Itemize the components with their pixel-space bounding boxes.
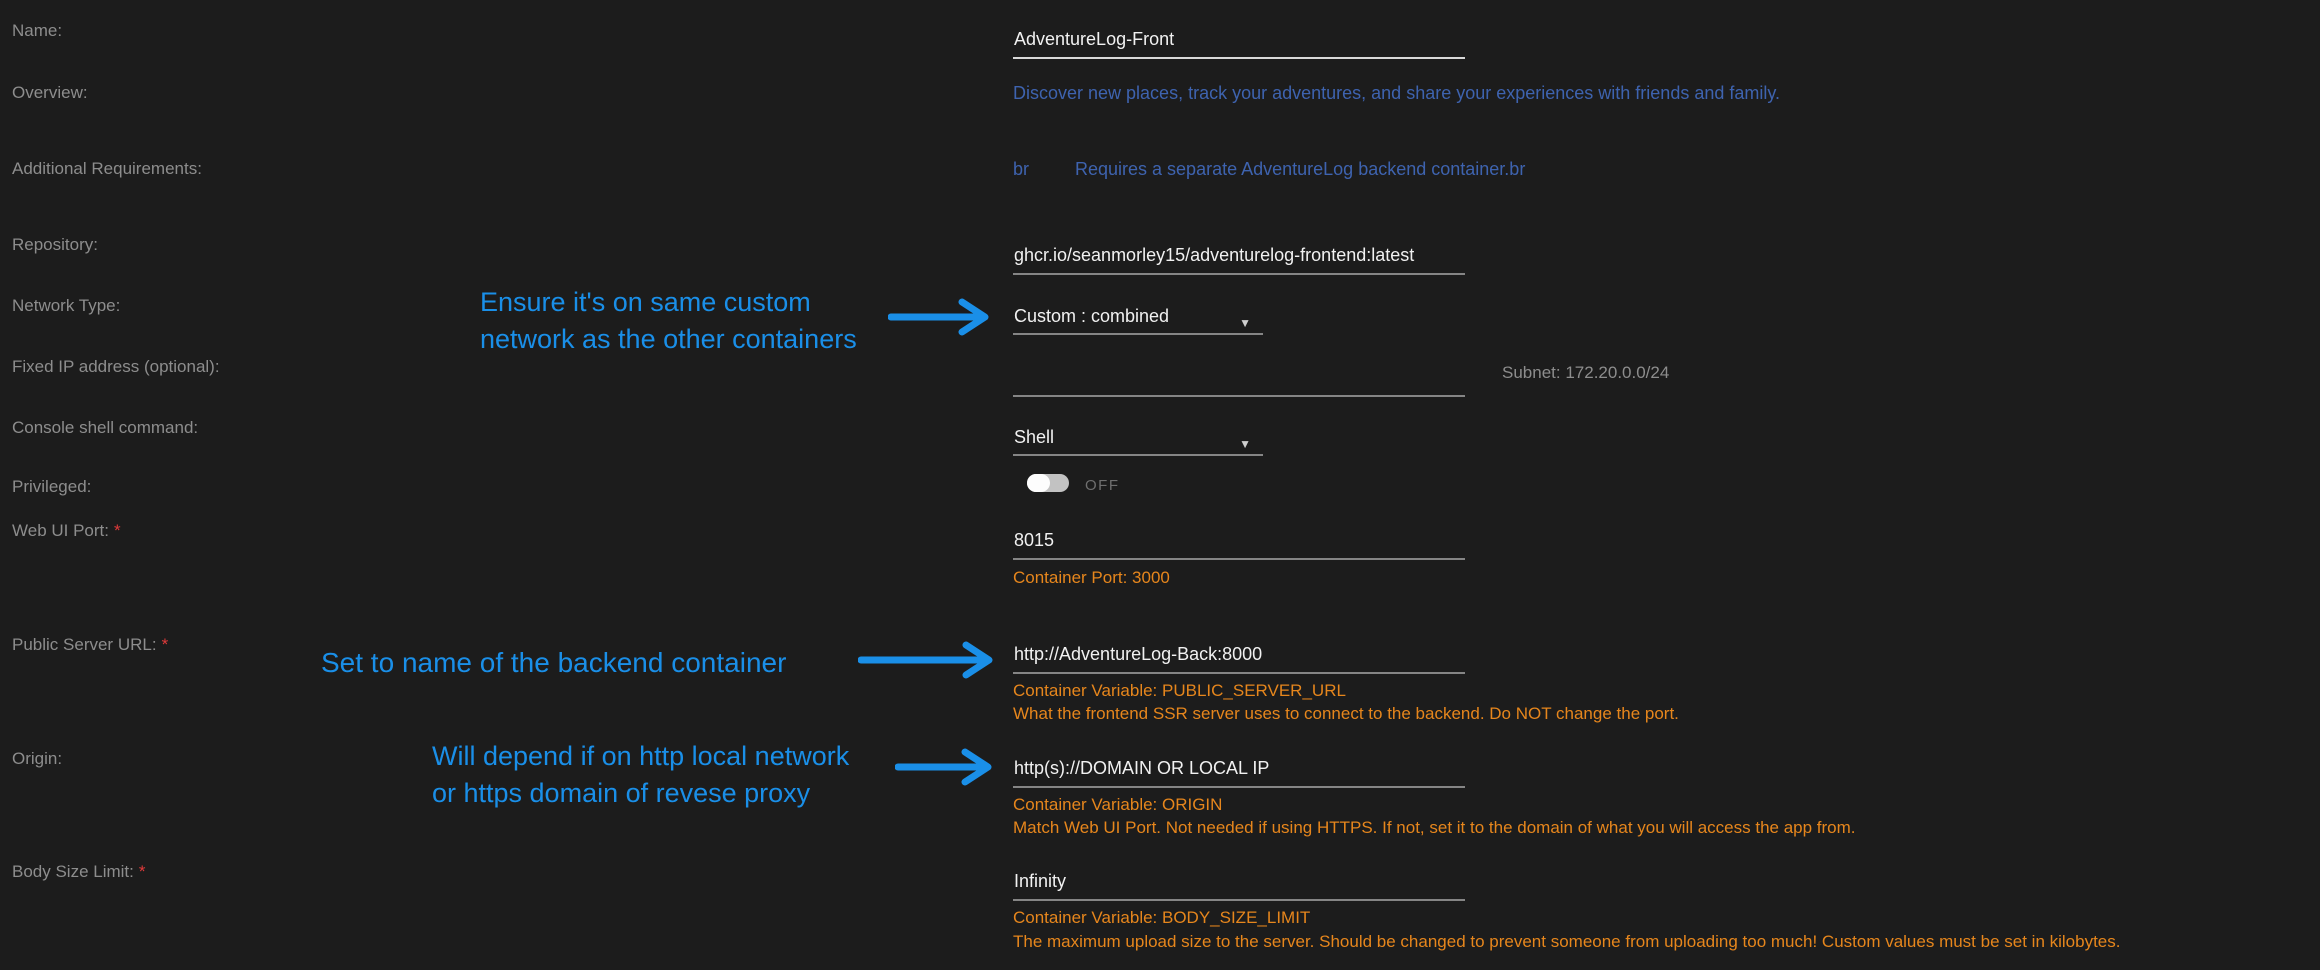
fixed-ip-label-text: Fixed IP address (optional):	[12, 357, 220, 376]
chevron-down-icon: ▼	[1239, 310, 1251, 336]
origin-label-text: Origin:	[12, 749, 62, 768]
origin-input[interactable]	[1013, 756, 1465, 788]
public-server-url-annotation: Set to name of the backend container	[321, 648, 786, 678]
network-annotation-line2: network as the other containers	[480, 321, 857, 358]
network-type-value: Custom : combined	[1014, 306, 1169, 326]
network-annotation-arrow-icon	[888, 298, 1000, 336]
origin-annotation-arrow-icon	[895, 748, 1003, 786]
name-label: Name:	[12, 20, 62, 42]
chevron-down-icon: ▼	[1239, 431, 1251, 457]
required-asterisk: *	[139, 862, 146, 881]
additional-requirements-label-text: Additional Requirements:	[12, 159, 202, 178]
body-size-limit-label: Body Size Limit: *	[12, 861, 146, 883]
console-shell-label-text: Console shell command:	[12, 418, 198, 437]
privileged-toggle-state: OFF	[1085, 477, 1120, 494]
console-shell-label: Console shell command:	[12, 417, 198, 439]
repository-label-text: Repository:	[12, 235, 98, 254]
additional-requirements-label: Additional Requirements:	[12, 158, 202, 180]
public-server-url-helper-variable: Container Variable: PUBLIC_SERVER_URL	[1013, 679, 1346, 702]
name-label-text: Name:	[12, 21, 62, 40]
overview-label: Overview:	[12, 82, 88, 104]
public-server-url-input[interactable]	[1013, 642, 1465, 674]
origin-helper-variable: Container Variable: ORIGIN	[1013, 793, 1222, 816]
repository-label: Repository:	[12, 234, 98, 256]
public-server-url-label-text: Public Server URL:	[12, 635, 157, 654]
body-size-limit-input[interactable]	[1013, 869, 1465, 901]
network-type-label: Network Type:	[12, 295, 120, 317]
overview-label-text: Overview:	[12, 83, 88, 102]
origin-label: Origin:	[12, 748, 62, 770]
required-asterisk: *	[162, 635, 169, 654]
public-server-url-helper-description: What the frontend SSR server uses to con…	[1013, 702, 1679, 725]
origin-annotation: Will depend if on http local network or …	[432, 738, 849, 812]
origin-annotation-line1: Will depend if on http local network	[432, 738, 849, 775]
privileged-toggle-knob	[1027, 474, 1050, 492]
public-server-url-annotation-arrow-icon	[858, 641, 1003, 679]
network-type-select[interactable]: Custom : combined ▼	[1013, 303, 1263, 335]
origin-helper-description: Match Web UI Port. Not needed if using H…	[1013, 816, 1856, 839]
name-input[interactable]	[1013, 27, 1465, 59]
origin-annotation-line2: or https domain of revese proxy	[432, 775, 849, 812]
body-size-limit-helper-description: The maximum upload size to the server. S…	[1013, 930, 2120, 953]
privileged-toggle[interactable]	[1027, 474, 1069, 492]
body-size-limit-helper-variable: Container Variable: BODY_SIZE_LIMIT	[1013, 906, 1310, 929]
body-size-limit-label-text: Body Size Limit:	[12, 862, 134, 881]
required-asterisk: *	[114, 521, 121, 540]
docker-template-form: Name: Overview: Discover new places, tra…	[0, 0, 2320, 970]
fixed-ip-label: Fixed IP address (optional):	[12, 356, 220, 378]
fixed-ip-input[interactable]	[1013, 365, 1465, 397]
web-ui-port-helper: Container Port: 3000	[1013, 566, 1170, 589]
web-ui-port-label-text: Web UI Port:	[12, 521, 109, 540]
network-annotation: Ensure it's on same custom network as th…	[480, 284, 857, 358]
additional-requirements-text-a: br	[1013, 157, 1029, 181]
privileged-label-text: Privileged:	[12, 477, 91, 496]
additional-requirements-text-b: Requires a separate AdventureLog backend…	[1075, 157, 1525, 181]
console-shell-value: Shell	[1014, 427, 1054, 447]
repository-input[interactable]	[1013, 243, 1465, 275]
web-ui-port-input[interactable]	[1013, 528, 1465, 560]
overview-text: Discover new places, track your adventur…	[1013, 81, 1780, 105]
public-server-url-label: Public Server URL: *	[12, 634, 168, 656]
privileged-label: Privileged:	[12, 476, 91, 498]
network-annotation-line1: Ensure it's on same custom	[480, 284, 857, 321]
network-type-label-text: Network Type:	[12, 296, 120, 315]
console-shell-select[interactable]: Shell ▼	[1013, 424, 1263, 456]
web-ui-port-label: Web UI Port: *	[12, 520, 121, 542]
subnet-note: Subnet: 172.20.0.0/24	[1502, 363, 1669, 383]
